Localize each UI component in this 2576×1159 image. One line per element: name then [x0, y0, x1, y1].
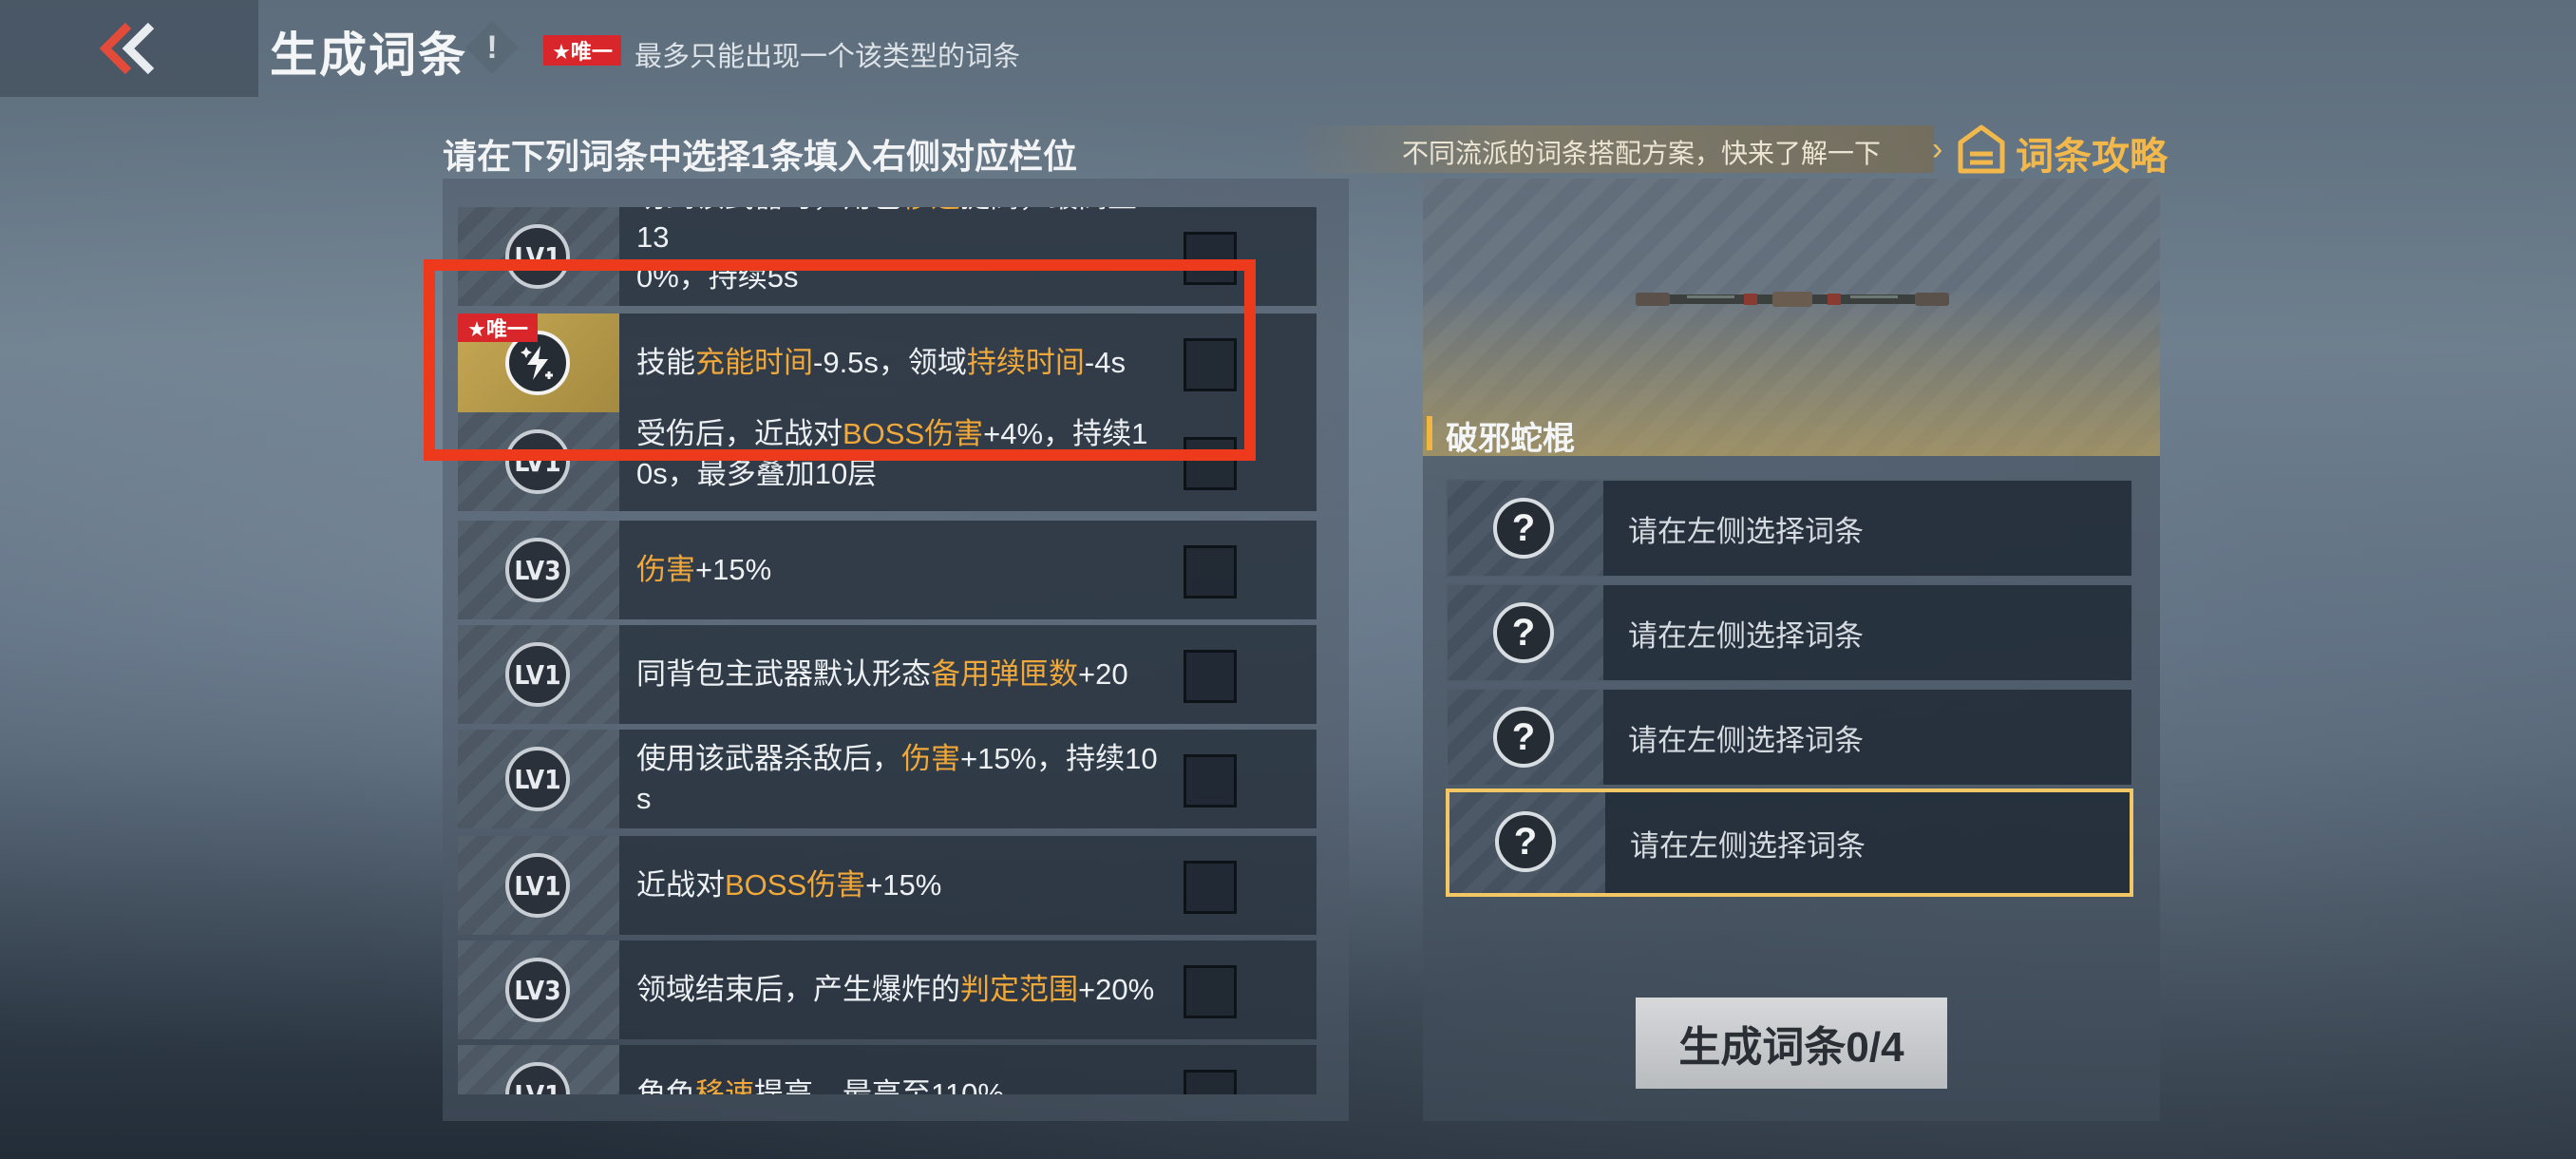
affix-keyword: 移速	[901, 207, 960, 214]
affix-description-line: 伤害+15%	[636, 550, 771, 590]
affix-select-checkbox[interactable]	[1184, 545, 1237, 598]
affix-select-checkbox[interactable]	[1184, 1070, 1237, 1094]
affix-keyword: 伤害	[901, 742, 960, 775]
affix-description: 近战对BOSS伤害+15%	[636, 836, 1168, 935]
affix-text: +20	[1078, 657, 1128, 691]
affix-description-line: 同背包主武器默认形态备用弹匣数+20	[636, 655, 1128, 694]
slot-placeholder: 请在左侧选择词条	[1628, 723, 1864, 757]
affix-level-badge: LV1	[505, 642, 570, 707]
affix-description: 角色移速提高，最高至110%	[636, 1045, 1168, 1094]
selection-instruction: 请在下列词条中选择1条填入右侧对应栏位	[443, 137, 1078, 176]
affix-select-checkbox[interactable]	[1184, 650, 1237, 703]
affix-description-line: 切到该武器时，角色移速提高，最高至13	[636, 207, 1168, 257]
affix-keyword: 判定范围	[960, 973, 1078, 1006]
highlight-callout-frame	[424, 259, 1256, 461]
guide-button[interactable]: 词条攻略	[2016, 125, 2168, 180]
weapon-staff-image	[1636, 292, 1949, 307]
question-mark-icon: ?	[1493, 498, 1554, 559]
affix-text: 角色	[636, 1077, 695, 1094]
question-mark-icon: ?	[1495, 811, 1556, 872]
affix-description: 伤害+15%	[636, 521, 1168, 619]
affix-text: 提高，最高至13	[636, 207, 1137, 254]
slot-icon-box: ?	[1448, 690, 1603, 785]
affix-text: 切到该武器时，角色	[636, 207, 901, 214]
affix-level-badge: LV1	[505, 747, 570, 811]
affix-level-box: LV1	[458, 836, 619, 935]
affix-option-row[interactable]: LV1 近战对BOSS伤害+15%	[458, 836, 1316, 935]
affix-keyword: 伤害	[636, 553, 695, 586]
affix-option-row[interactable]: LV1 使用该武器杀敌后，伤害+15%，持续10 s	[458, 730, 1316, 828]
affix-text: 近战对	[636, 868, 725, 902]
affix-description: 领域结束后，产生爆炸的判定范围+20%	[636, 940, 1168, 1039]
affix-description-line: 角色移速提高，最高至110%	[636, 1074, 1004, 1094]
affix-slot-2[interactable]: ? 请在左侧选择词条	[1446, 583, 2133, 682]
unique-badge: ★唯一	[543, 35, 621, 66]
affix-select-checkbox[interactable]	[1184, 754, 1237, 808]
question-mark-icon: ?	[1493, 707, 1554, 768]
affix-text: +15%，持续10	[960, 742, 1158, 775]
affix-description: 同背包主武器默认形态备用弹匣数+20	[636, 625, 1168, 724]
affix-slot-4[interactable]: ? 请在左侧选择词条	[1446, 788, 2133, 897]
affix-text: 提高，最高至110%	[754, 1077, 1004, 1094]
slot-icon-box: ?	[1448, 481, 1603, 576]
affix-keyword: 备用弹匣数	[931, 657, 1078, 691]
affix-level-box: LV1	[458, 1045, 619, 1094]
double-chevron-left-icon	[99, 22, 155, 75]
affix-text: 使用该武器杀敌后，	[636, 742, 901, 775]
affix-level-box: LV1	[458, 730, 619, 828]
affix-level-badge: LV3	[505, 958, 570, 1022]
affix-description-line: 近战对BOSS伤害+15%	[636, 865, 941, 905]
affix-slot-1[interactable]: ? 请在左侧选择词条	[1446, 479, 2133, 578]
help-button[interactable]: !	[465, 21, 519, 74]
affix-keyword: BOSS伤害	[725, 868, 866, 902]
affix-text: 同背包主武器默认形态	[636, 657, 931, 691]
affix-level-badge: LV1	[505, 853, 570, 918]
affix-description-line: 使用该武器杀敌后，伤害+15%，持续10	[636, 739, 1158, 779]
generate-affix-button[interactable]: 生成词条0/4	[1636, 998, 1947, 1089]
affix-text: 领域结束后，产生爆炸的	[636, 973, 960, 1006]
slot-icon-box: ?	[1449, 792, 1605, 893]
affix-option-row[interactable]: LV1 同背包主武器默认形态备用弹匣数+20	[458, 625, 1316, 724]
affix-option-row[interactable]: LV1 角色移速提高，最高至110%	[458, 1045, 1316, 1094]
page-title: 生成词条	[270, 28, 467, 82]
affix-option-row[interactable]: LV3 领域结束后，产生爆炸的判定范围+20%	[458, 940, 1316, 1039]
chevron-right-icon: ›	[1932, 131, 1943, 167]
affix-level-box: LV1	[458, 625, 619, 724]
affix-slot-3[interactable]: ? 请在左侧选择词条	[1446, 688, 2133, 787]
back-button[interactable]	[0, 0, 258, 97]
affix-keyword: 移速	[695, 1077, 754, 1094]
affix-text: +15%	[695, 553, 772, 586]
affix-level-box: LV3	[458, 521, 619, 619]
affix-select-checkbox[interactable]	[1184, 861, 1237, 914]
slot-placeholder: 请在左侧选择词条	[1628, 618, 1864, 653]
question-mark-icon: ?	[1493, 602, 1554, 663]
affix-level-badge: LV3	[505, 538, 570, 602]
weapon-name: 破邪蛇棍	[1446, 421, 1575, 457]
unique-hint-text: 最多只能出现一个该类型的词条	[635, 42, 1021, 72]
affix-description-line: s	[636, 782, 652, 815]
affix-level-box: LV3	[458, 940, 619, 1039]
affix-text: +20%	[1078, 973, 1155, 1006]
slot-placeholder: 请在左侧选择词条	[1628, 514, 1864, 548]
guide-box-icon[interactable]	[1955, 124, 2008, 175]
affix-level-badge: LV1	[505, 1062, 570, 1094]
affix-description-line: 领域结束后，产生爆炸的判定范围+20%	[636, 970, 1154, 1010]
guide-banner-text[interactable]: 不同流派的词条搭配方案，快来了解一下	[1402, 133, 1881, 171]
affix-description: 使用该武器杀敌后，伤害+15%，持续10 s	[636, 730, 1168, 828]
exclamation-diamond-icon: !	[486, 28, 498, 66]
slot-placeholder: 请在左侧选择词条	[1630, 828, 1866, 863]
affix-select-checkbox[interactable]	[1184, 965, 1237, 1018]
affix-text: +15%	[865, 868, 942, 902]
slot-icon-box: ?	[1448, 585, 1603, 680]
weapon-name-accent	[1427, 416, 1432, 450]
affix-option-row[interactable]: LV3 伤害+15%	[458, 521, 1316, 619]
